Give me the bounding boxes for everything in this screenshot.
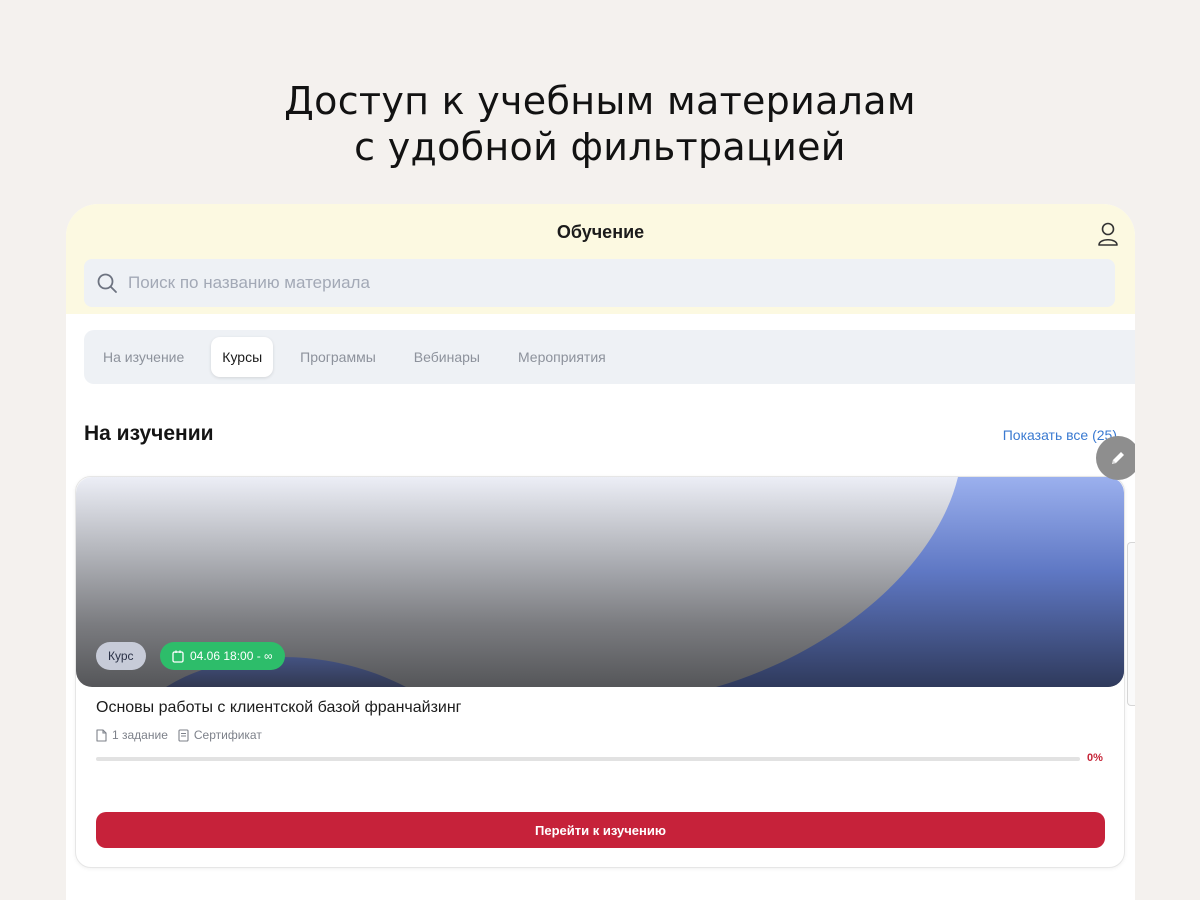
course-type-badge: Курс (96, 642, 146, 670)
tab-courses[interactable]: Курсы (211, 337, 274, 377)
course-meta: 1 задание Сертификат (96, 728, 272, 742)
course-card[interactable]: Курс 04.06 18:00 - ∞ Основы работы с кли… (75, 476, 1125, 868)
course-date-text: 04.06 18:00 - ∞ (190, 649, 273, 663)
course-certificate-label: Сертификат (193, 728, 262, 742)
profile-button[interactable] (1095, 220, 1121, 248)
course-progress-bar (96, 757, 1080, 761)
page-title: Обучение (556, 222, 645, 242)
category-tabs: На изучение Курсы Программы Вебинары Мер… (84, 330, 1135, 384)
document-icon (96, 728, 107, 742)
promo-headline-line-1: Доступ к учебным материалам (284, 79, 916, 123)
tab-programs[interactable]: Программы (289, 337, 387, 377)
promo-headline-line-2: с удобной фильтрацией (354, 125, 846, 169)
tab-webinars[interactable]: Вебинары (403, 337, 491, 377)
calendar-icon (172, 650, 184, 663)
promo-headline: Доступ к учебным материалам с удобной фи… (0, 78, 1200, 170)
side-panel-handle[interactable] (1127, 542, 1135, 706)
certificate-icon (178, 728, 189, 742)
tab-to-study[interactable]: На изучение (92, 337, 195, 377)
course-title: Основы работы с клиентской базой франчай… (96, 699, 462, 716)
show-all-link[interactable]: Показать все (25) (1003, 427, 1117, 443)
search-input[interactable] (128, 273, 1028, 293)
user-icon (1098, 222, 1118, 246)
course-cover-image: Курс 04.06 18:00 - ∞ (76, 477, 1124, 687)
course-certificate: Сертификат (178, 728, 262, 742)
section-title: На изучении (84, 422, 214, 445)
app-screen: Обучение На изучение Курсы Программы Веб… (66, 204, 1135, 900)
edit-button[interactable] (1096, 436, 1135, 480)
course-tasks-label: 1 задание (112, 728, 168, 742)
course-date-badge: 04.06 18:00 - ∞ (160, 642, 285, 670)
search-icon (97, 273, 117, 293)
pencil-icon (1112, 452, 1124, 464)
course-tasks: 1 задание (96, 728, 168, 742)
app-header: Обучение (66, 204, 1135, 314)
start-learning-button[interactable]: Перейти к изучению (96, 812, 1105, 848)
course-progress-label: 0% (1087, 752, 1103, 764)
search-bar (84, 259, 1115, 307)
tab-events[interactable]: Мероприятия (507, 337, 617, 377)
